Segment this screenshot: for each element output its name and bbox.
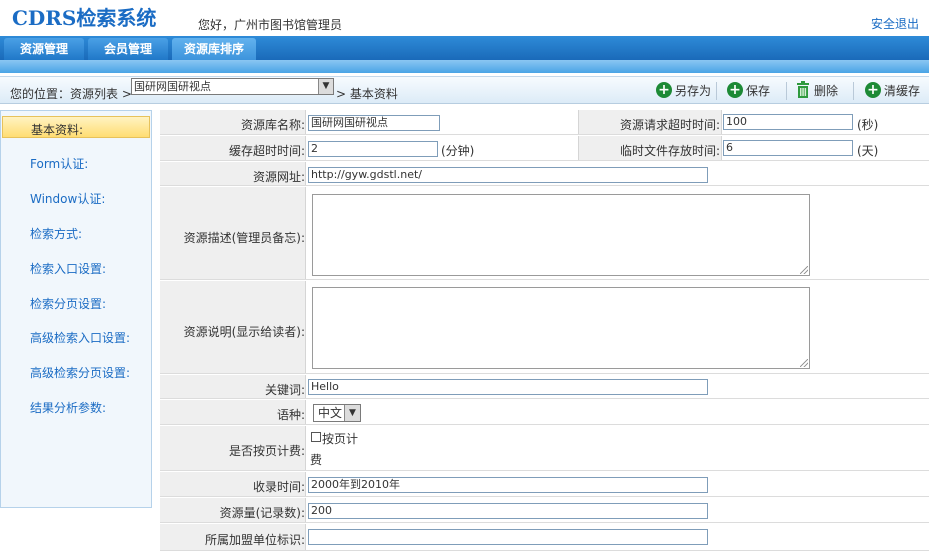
sidebar-item-search-paging[interactable]: 检索分页设置: <box>30 295 106 312</box>
chevron-down-icon[interactable]: ▼ <box>318 79 333 94</box>
form-row: 所属加盟单位标识: <box>160 524 929 551</box>
form-row: 关键词: Hello <box>160 375 929 399</box>
resize-grip-icon[interactable] <box>800 266 808 274</box>
trash-icon <box>797 81 809 98</box>
billing-label: 是否按页计费: <box>228 444 305 458</box>
record-count-input[interactable]: 200 <box>308 503 708 519</box>
form-row: 资源说明(显示给读者): <box>160 281 929 374</box>
resource-desc-label: 资源描述(管理员备忘): <box>183 231 305 245</box>
clear-cache-button[interactable]: + 清缓存 <box>865 80 920 100</box>
app-logo: CDRS检索系统 <box>12 6 157 30</box>
days-unit: (天) <box>857 144 879 158</box>
resource-name-label: 资源库名称: <box>240 118 305 132</box>
plus-circle-icon: + <box>727 82 743 98</box>
save-as-label: 另存为 <box>675 83 712 98</box>
cache-timeout-input[interactable]: 2 <box>308 141 438 157</box>
resource-note-label: 资源说明(显示给读者): <box>183 325 305 339</box>
greeting-text: 您好，广州市图书馆管理员 <box>198 18 343 32</box>
language-select-value: 中文 <box>318 406 343 420</box>
plus-circle-icon: + <box>656 82 672 98</box>
resize-grip-icon[interactable] <box>800 359 808 367</box>
temp-file-time-label: 临时文件存放时间: <box>619 144 720 158</box>
logout-link[interactable]: 安全退出 <box>871 15 919 32</box>
chevron-down-icon[interactable]: ▼ <box>344 405 360 421</box>
resource-note-textarea[interactable] <box>312 287 810 369</box>
sidebar-item-window-auth[interactable]: Window认证: <box>30 190 105 207</box>
form-row: 资源量(记录数): 200 <box>160 498 929 523</box>
tab-resource-management[interactable]: 资源管理 <box>4 38 84 60</box>
cache-timeout-label: 缓存超时时间: <box>228 144 305 158</box>
form-row: 资源网址: http://gyw.gdstl.net/ <box>160 162 929 186</box>
resource-desc-textarea[interactable] <box>312 194 810 276</box>
record-count-label: 资源量(记录数): <box>219 506 305 520</box>
breadcrumb-prefix: 您的位置：资源列表 > <box>10 87 132 101</box>
page-billing-checkbox-label-wrap: 费 <box>310 453 323 467</box>
request-timeout-input[interactable]: 100 <box>723 114 853 130</box>
language-label: 语种: <box>276 408 305 422</box>
save-as-button[interactable]: + 另存为 <box>656 80 711 100</box>
delete-label: 删除 <box>814 83 839 98</box>
basic-info-form: 资源库名称: 国研网国研视点 资源请求超时时间: 100 (秒) 缓存超时时间:… <box>160 110 929 551</box>
nav-strip <box>0 60 929 73</box>
header: CDRS检索系统 您好，广州市图书馆管理员 安全退出 <box>0 0 929 36</box>
form-row: 收录时间: 2000年到2010年 <box>160 472 929 497</box>
resource-select-value: 国研网国研视点 <box>134 80 211 93</box>
save-label: 保存 <box>746 83 771 98</box>
sidebar-item-search-method[interactable]: 检索方式: <box>30 225 82 242</box>
member-unit-id-input[interactable] <box>308 529 708 545</box>
request-timeout-label: 资源请求超时时间: <box>619 118 720 132</box>
keyword-label: 关键词: <box>264 383 305 397</box>
page-billing-checkbox[interactable] <box>311 432 321 442</box>
save-button[interactable]: + 保存 <box>727 80 770 100</box>
sidebar-item-search-entry[interactable]: 检索入口设置: <box>30 260 106 277</box>
keyword-input[interactable]: Hello <box>308 379 708 395</box>
page-billing-checkbox-label: 按页计 <box>322 432 359 446</box>
collection-period-label: 收录时间: <box>252 480 305 494</box>
resource-name-input[interactable]: 国研网国研视点 <box>308 115 440 131</box>
toolbar-divider <box>716 82 717 100</box>
resource-select[interactable]: 国研网国研视点 ▼ <box>131 78 334 95</box>
member-unit-id-label: 所属加盟单位标识: <box>204 533 305 547</box>
toolbar-divider <box>786 82 787 100</box>
collection-period-input[interactable]: 2000年到2010年 <box>308 477 708 493</box>
toolbar-divider <box>853 82 854 100</box>
form-row: 资源描述(管理员备忘): <box>160 187 929 280</box>
sidebar-item-result-analysis[interactable]: 结果分析参数: <box>30 399 106 416</box>
clear-cache-label: 清缓存 <box>884 83 921 98</box>
plus-circle-icon: + <box>865 82 881 98</box>
sidebar-item-label: 基本资料: <box>31 123 84 137</box>
resource-url-input[interactable]: http://gyw.gdstl.net/ <box>308 167 708 183</box>
sidebar-item-form-auth[interactable]: Form认证: <box>30 155 88 172</box>
delete-button[interactable]: 删除 <box>795 80 838 100</box>
seconds-unit: (秒) <box>857 118 879 132</box>
sidebar-item-adv-search-entry[interactable]: 高级检索入口设置: <box>30 329 130 346</box>
form-row: 缓存超时时间: 2 (分钟) 临时文件存放时间: 6 (天) <box>160 136 929 161</box>
form-row: 是否按页计费: 按页计 费 <box>160 426 929 471</box>
language-select[interactable]: 中文 ▼ <box>313 404 361 422</box>
minutes-unit: (分钟) <box>441 144 475 158</box>
tab-member-management[interactable]: 会员管理 <box>88 38 168 60</box>
sidebar-item-basic-info[interactable]: 基本资料: <box>2 116 150 138</box>
resource-url-label: 资源网址: <box>252 170 305 184</box>
temp-file-time-input[interactable]: 6 <box>723 140 853 156</box>
breadcrumb-suffix: > 基本资料 <box>336 87 398 101</box>
form-row: 语种: 中文 ▼ <box>160 400 929 425</box>
sidebar-item-adv-search-paging[interactable]: 高级检索分页设置: <box>30 364 130 381</box>
tab-resource-sort[interactable]: 资源库排序 <box>172 38 256 60</box>
form-row: 资源库名称: 国研网国研视点 资源请求超时时间: 100 (秒) <box>160 110 929 135</box>
